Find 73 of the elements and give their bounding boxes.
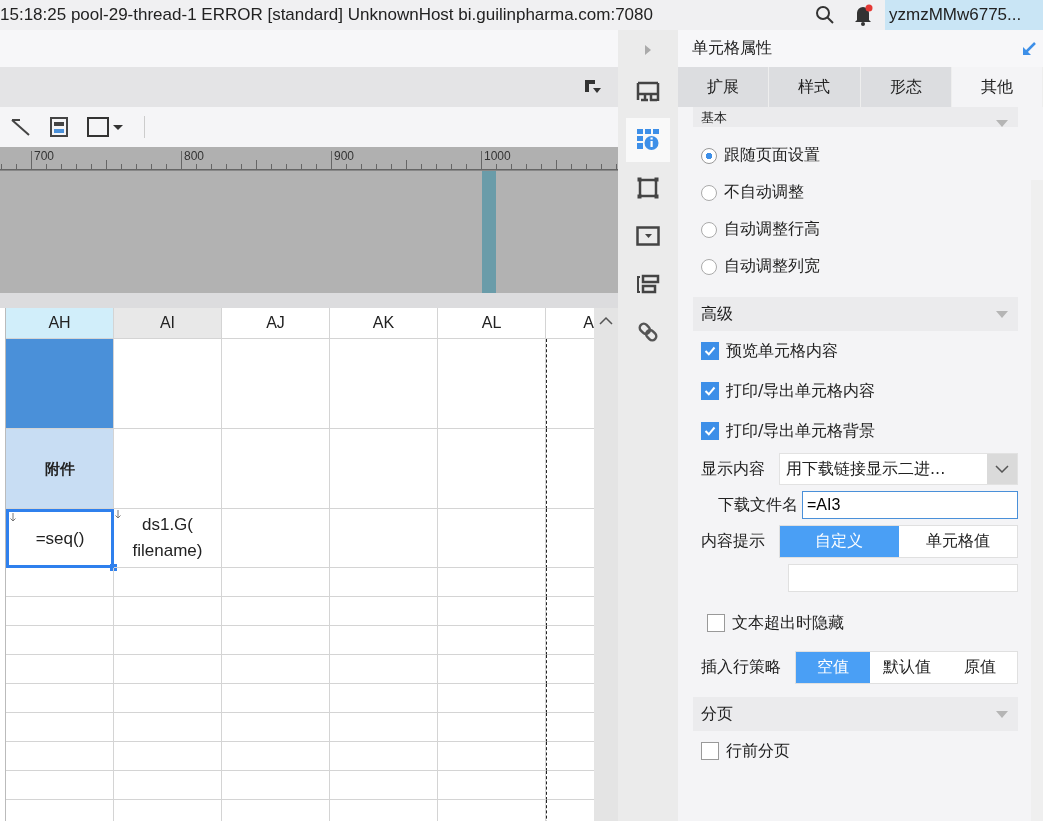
dock-arrow-icon[interactable] <box>1021 40 1037 57</box>
radio-label: 不自动调整 <box>724 182 804 203</box>
collapse-caret-icon <box>996 710 1008 718</box>
column-header[interactable]: AJ <box>222 308 330 339</box>
column-header[interactable]: AH <box>6 308 114 339</box>
border-icon[interactable] <box>636 176 660 200</box>
input-field[interactable] <box>788 564 1018 592</box>
field-label: 插入行策略 <box>701 656 781 678</box>
field-label: 显示内容 <box>701 458 765 480</box>
format-icon[interactable] <box>584 79 602 95</box>
table-cell: 附件 <box>6 429 114 509</box>
user-name[interactable]: yzmzMMw6775... <box>885 0 1043 30</box>
ruler-label: 1000 <box>484 149 511 163</box>
ruler-label: 700 <box>34 149 55 163</box>
checkbox[interactable] <box>707 614 725 632</box>
section-header[interactable]: 分页 <box>693 697 1018 731</box>
checkbox[interactable] <box>701 382 719 400</box>
radio-label: 自动调整行高 <box>724 219 820 240</box>
checkbox-label: 打印/导出单元格内容 <box>726 380 876 402</box>
checkbox-label: 行前分页 <box>726 740 790 762</box>
segment-option[interactable]: 单元格值 <box>898 525 1017 557</box>
radio-button[interactable] <box>701 221 717 238</box>
section-header[interactable]: 基本 <box>693 107 1018 127</box>
checkbox-label: 预览单元格内容 <box>726 340 838 362</box>
line-icon[interactable] <box>10 117 32 137</box>
section-title: 高级 <box>701 303 733 325</box>
link-icon[interactable] <box>636 320 660 344</box>
radio-button[interactable] <box>701 258 717 275</box>
status-message: 15:18:25 pool-29-thread-1 ERROR [standard] UnknownHost bi.guilinpharma.com:7080 <box>0 5 654 25</box>
column-header[interactable]: AK <box>330 308 438 339</box>
section-title: 基本 <box>701 109 727 127</box>
field-label: 内容提示 <box>701 530 765 552</box>
radio-button[interactable] <box>701 147 717 164</box>
dropdown[interactable]: 用下载链接显示二进... <box>779 453 1018 485</box>
radio-label: 自动调整列宽 <box>724 256 820 277</box>
checkbox[interactable] <box>701 742 719 760</box>
collapse-caret-icon <box>996 310 1008 318</box>
checkbox[interactable] <box>701 422 719 440</box>
section-header[interactable]: 高级 <box>693 297 1018 331</box>
checkbox[interactable] <box>701 342 719 360</box>
selected-cell[interactable]: =seq() <box>6 509 114 568</box>
field-label: 下载文件名 <box>718 494 798 516</box>
resize-handle[interactable] <box>110 564 117 571</box>
ruler-label: 900 <box>334 149 355 163</box>
column-header[interactable]: AI <box>114 308 222 339</box>
tab[interactable]: 形态 <box>860 67 952 107</box>
segment-option[interactable]: 原值 <box>943 651 1017 683</box>
layout-icon[interactable] <box>636 80 660 104</box>
column-header[interactable]: AL <box>438 308 546 339</box>
radio-label: 跟随页面设置 <box>724 145 820 166</box>
checkbox-label: 文本超出时隐藏 <box>732 612 844 634</box>
search-icon[interactable] <box>815 5 835 25</box>
tab[interactable]: 扩展 <box>678 67 770 107</box>
input-field[interactable]: =AI3 <box>802 491 1018 519</box>
scroll-up-icon[interactable] <box>598 316 614 326</box>
tab[interactable]: 样式 <box>769 67 861 107</box>
scrollbar[interactable] <box>594 308 618 821</box>
ruler-label: 800 <box>184 149 205 163</box>
bell-icon[interactable] <box>853 4 873 26</box>
dropdown-box-icon[interactable] <box>636 224 660 248</box>
checkbox-label: 打印/导出单元格背景 <box>726 420 876 442</box>
list-icon[interactable] <box>636 272 660 296</box>
segment-option[interactable]: 默认值 <box>869 651 944 683</box>
collapse-caret-icon <box>996 120 1008 127</box>
section-title: 分页 <box>701 703 733 725</box>
panel-title: 单元格属性 <box>692 38 772 59</box>
caret-icon <box>995 465 1009 473</box>
border-icon[interactable] <box>86 116 126 138</box>
image-icon[interactable] <box>50 117 68 137</box>
radio-button[interactable] <box>701 184 717 201</box>
expand-right-icon[interactable] <box>644 44 652 56</box>
cell-info-icon[interactable] <box>636 128 660 152</box>
table-cell-text: ds1.G( filename) <box>131 514 204 562</box>
